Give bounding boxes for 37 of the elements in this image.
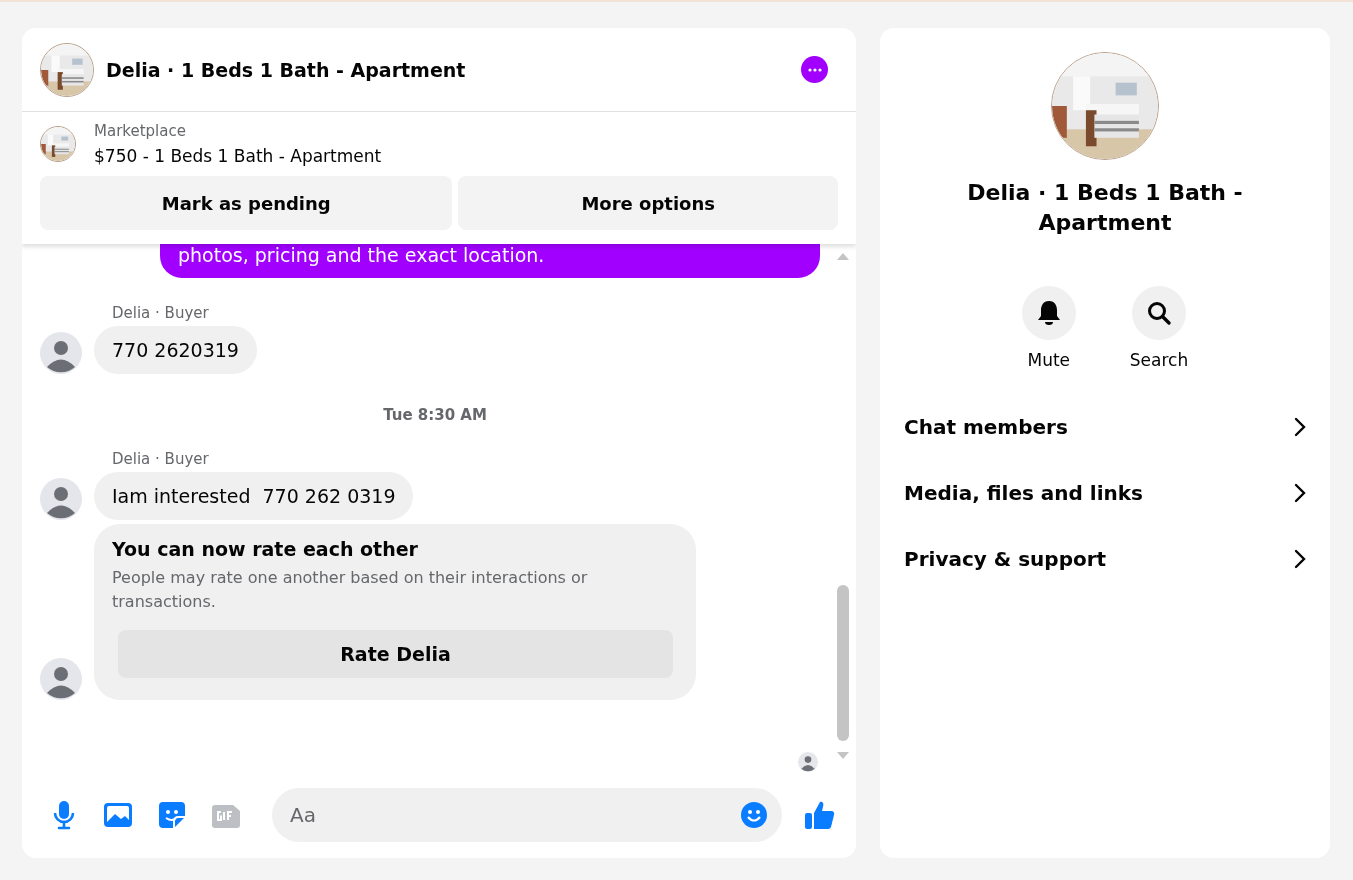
image-icon bbox=[103, 802, 133, 828]
message-bubble: photos, pricing and the exact location. bbox=[160, 244, 820, 278]
message-bubble: 770 2620319 bbox=[94, 326, 257, 374]
scrollbar-thumb[interactable] bbox=[837, 585, 849, 741]
chevron-right-icon bbox=[1294, 482, 1306, 503]
like-button[interactable] bbox=[804, 799, 836, 831]
sticker-icon bbox=[158, 801, 186, 829]
listing-title: $750 - 1 Beds 1 Bath - Apartment bbox=[94, 146, 382, 166]
menu-row[interactable]: Privacy & support bbox=[892, 525, 1318, 592]
avatar-icon bbox=[40, 332, 82, 374]
avatar-icon bbox=[40, 658, 82, 700]
microphone-icon bbox=[53, 800, 75, 830]
emoji-icon[interactable] bbox=[740, 801, 768, 829]
sender-label: Delia · Buyer bbox=[112, 450, 210, 468]
timestamp: Tue 8:30 AM bbox=[382, 406, 488, 424]
chevron-right-icon bbox=[1294, 416, 1306, 437]
chevron-right-icon bbox=[1294, 548, 1306, 569]
message-bubble: Iam interested 770 262 0319 bbox=[94, 472, 414, 520]
avatar-icon bbox=[798, 752, 818, 772]
chat-title: Delia · 1 Beds 1 Bath - Apartment bbox=[106, 58, 467, 81]
more-icon bbox=[807, 67, 822, 72]
message-field[interactable]: Aa bbox=[272, 788, 782, 842]
card-text: People may rate one another based on their interactions or transactions. bbox=[112, 567, 589, 613]
listing-button[interactable]: More options bbox=[458, 176, 838, 230]
thumbs-up-icon bbox=[804, 799, 836, 831]
listing-button[interactable]: Mark as pending bbox=[40, 176, 453, 230]
bell-icon bbox=[1035, 298, 1062, 327]
search-icon bbox=[1146, 299, 1172, 326]
conversation-title: Delia · 1 Beds 1 Bath - Apartment bbox=[966, 179, 1244, 237]
more-button[interactable] bbox=[801, 56, 828, 83]
card-title: You can now rate each other bbox=[112, 538, 419, 560]
listing-source: Marketplace bbox=[94, 122, 187, 140]
avatar-icon bbox=[40, 478, 82, 520]
menu-row[interactable]: Chat members bbox=[892, 393, 1318, 460]
menu-row[interactable]: Media, files and links bbox=[892, 459, 1318, 526]
rate-button[interactable]: Rate Delia bbox=[118, 630, 673, 678]
sender-label: Delia · Buyer bbox=[112, 304, 210, 322]
